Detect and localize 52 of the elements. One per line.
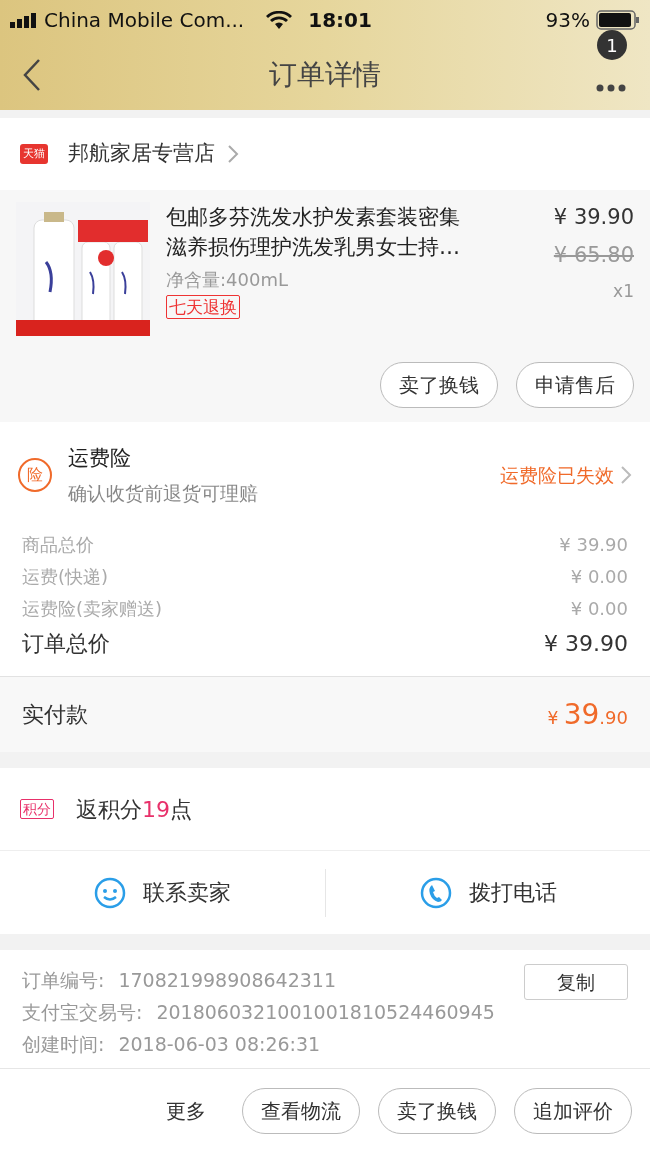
info-value: 2018-06-03 08:26:31 [118, 1032, 321, 1057]
paid-amount: ¥ 39.90 [547, 696, 628, 733]
battery-percent: 93% [545, 7, 590, 34]
signal-icon [10, 12, 38, 28]
pill-button[interactable]: 卖了换钱 [380, 362, 498, 408]
product-spec: 净含量:400mL [166, 268, 289, 292]
notification-badge: 1 [597, 30, 627, 60]
chevron-right-icon [227, 144, 239, 164]
price-label: 商品总价 [22, 532, 94, 557]
info-label: 订单编号: [22, 968, 105, 993]
return-policy-tag: 七天退换 [166, 295, 240, 319]
quantity: x1 [613, 280, 634, 303]
store-logo: 天猫 [20, 143, 48, 165]
price-value: ¥ 0.00 [570, 596, 628, 621]
price-label: 运费(快递) [22, 564, 109, 589]
store-name[interactable]: 邦航家居专营店 [68, 138, 215, 170]
battery-icon [596, 10, 640, 30]
info-value: 2018060321001001810524460945 [156, 1000, 495, 1025]
info-value: 170821998908642311 [118, 968, 336, 993]
info-label: 创建时间: [22, 1032, 105, 1057]
insurance-icon: 险 [18, 458, 52, 492]
pill-button[interactable]: 申请售后 [516, 362, 634, 408]
contact-button[interactable]: 拨打电话 [418, 875, 557, 910]
insurance-description: 确认收货前退货可理赔 [68, 480, 258, 506]
contact-button[interactable]: 联系卖家 [93, 875, 232, 910]
price-label: 运费险(卖家赠送) [22, 596, 163, 621]
more-link[interactable]: 更多 [166, 1088, 206, 1134]
insurance-title: 运费险 [68, 445, 132, 472]
price-value: ¥ 39.90 [544, 629, 628, 658]
copy-button[interactable]: 复制 [524, 964, 628, 1000]
more-icon[interactable] [596, 84, 626, 92]
chevron-right-icon [620, 465, 632, 485]
phone-icon [418, 875, 453, 910]
pill-button[interactable]: 卖了换钱 [378, 1088, 496, 1134]
pill-button[interactable]: 查看物流 [242, 1088, 360, 1134]
carrier-name: China Mobile Com... [44, 7, 245, 34]
product-price: ¥ 39.90 [553, 204, 634, 231]
page-title: 订单详情 [269, 57, 381, 93]
back-icon[interactable] [22, 58, 42, 92]
price-value: ¥ 0.00 [570, 564, 628, 589]
chat-face-icon [93, 875, 128, 910]
info-label: 支付宝交易号: [22, 1000, 143, 1025]
original-price: ¥ 65.80 [553, 241, 634, 269]
points-badge: 积分 [20, 799, 54, 819]
clock-time: 18:01 [308, 7, 372, 34]
product-title[interactable]: 包邮多芬洗发水护发素套装密集滋养损伤理护洗发乳男女士持… [166, 202, 472, 262]
pill-button[interactable]: 追加评价 [514, 1088, 632, 1134]
paid-label: 实付款 [22, 701, 88, 729]
price-label: 订单总价 [22, 629, 110, 658]
wifi-icon [266, 11, 293, 29]
price-value: ¥ 39.90 [559, 532, 628, 557]
points-text: 返积分19点 [76, 795, 192, 824]
